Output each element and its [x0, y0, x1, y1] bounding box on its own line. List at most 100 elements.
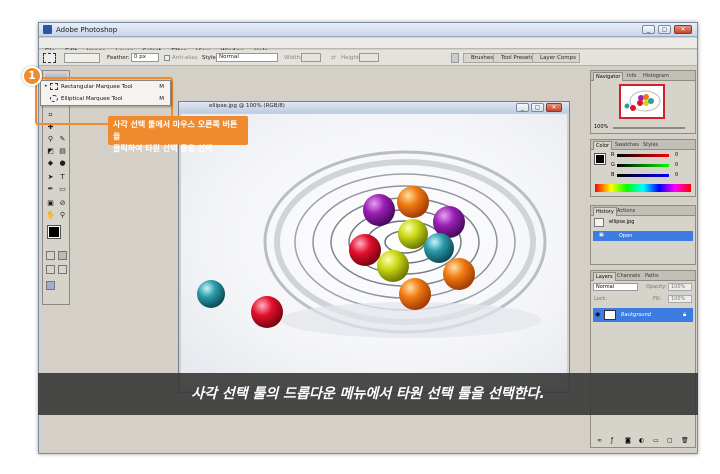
maximize-button[interactable]: ▢ [658, 25, 671, 34]
channel-g-slider[interactable] [617, 164, 669, 167]
photo-canvas[interactable] [181, 114, 567, 388]
shape-tool-icon[interactable]: ▭ [58, 185, 67, 194]
window-title: Adobe Photoshop [56, 26, 118, 34]
history-snapshot-name[interactable]: ellipse.jpg [609, 219, 634, 225]
tab-tool-presets[interactable]: Tool Presets [493, 53, 538, 63]
width-input[interactable] [301, 53, 321, 62]
adjustment-layer-icon[interactable]: ◐ [639, 437, 644, 444]
foreground-color-swatch[interactable] [47, 225, 61, 239]
tab-paths[interactable]: Paths [643, 272, 661, 281]
tab-histogram[interactable]: Histogram [641, 72, 671, 81]
pen-tool-icon[interactable]: ✒ [46, 185, 55, 194]
eraser-tool-icon[interactable]: ◩ [46, 147, 55, 156]
color-fg-swatch[interactable] [594, 153, 606, 165]
history-state-label: Open [619, 233, 633, 239]
layer-visibility-eye-icon[interactable]: ◉ [595, 311, 600, 318]
screen-mode-standard-icon[interactable] [46, 265, 55, 274]
navigator-thumbnail-image [624, 90, 661, 112]
eyedropper-icon[interactable]: ⊘ [58, 199, 67, 208]
channel-g-value[interactable]: 0 [675, 162, 678, 168]
navigator-panel: Navigator Info Histogram 100% [590, 70, 696, 134]
channel-b-slider[interactable] [617, 174, 669, 177]
delete-layer-icon[interactable]: 🗑︎ [681, 437, 689, 444]
path-selection-icon[interactable]: ➤ [46, 173, 55, 182]
layer-lock-icon: 🔒︎ [683, 311, 687, 318]
navigator-zoom[interactable]: 100% [594, 124, 608, 130]
quickmask-off-icon[interactable] [46, 251, 55, 260]
hand-tool-icon[interactable]: ✋ [46, 211, 55, 220]
tab-channels[interactable]: Channels [615, 272, 642, 281]
layer-name: Background [621, 312, 651, 318]
doc-close-button[interactable]: ✕ [546, 103, 562, 112]
layers-panel: Layers Channels Paths Normal Opacity: 10… [590, 270, 696, 448]
color-panel: Color Swatches Styles R 0 G 0 B 0 [590, 139, 696, 197]
step-number-badge: 1 [22, 66, 42, 86]
zoom-tool-icon[interactable]: ⚲ [58, 211, 67, 220]
swap-icon[interactable]: ⇄ [331, 55, 336, 61]
layer-mask-icon[interactable]: ◙ [625, 437, 631, 444]
antialias-label: Anti-alias [172, 55, 198, 61]
feather-input[interactable]: 0 px [131, 53, 159, 62]
layer-style-icon[interactable]: ƒ [611, 437, 613, 444]
history-brush-icon[interactable]: ✎ [58, 135, 67, 144]
screen-mode-full-icon[interactable] [58, 265, 67, 274]
selection-mode-icons[interactable] [64, 53, 100, 63]
doc-maximize-button[interactable]: ▢ [531, 103, 544, 112]
color-spectrum-ramp[interactable] [595, 184, 691, 192]
tab-history[interactable]: History [593, 207, 617, 216]
channel-r-value[interactable]: 0 [675, 152, 678, 158]
feather-label: Feather: [107, 55, 130, 61]
type-tool-icon[interactable]: T [58, 173, 67, 182]
document-title: ellipse.jpg @ 100% (RGB/8) [209, 103, 285, 109]
jump-to-imageready-icon[interactable] [46, 281, 55, 290]
palette-well-grip[interactable] [451, 53, 459, 63]
channel-b-value[interactable]: 0 [675, 172, 678, 178]
marquee-preset-icon[interactable] [43, 53, 56, 63]
flyout-item-rectangular-marquee[interactable]: • Rectangular Marquee Tool M [41, 81, 170, 93]
options-bar: Feather: 0 px Anti-alias Style: Normal W… [39, 50, 697, 66]
blur-tool-icon[interactable]: ◆ [46, 159, 55, 168]
tab-navigator[interactable]: Navigator [593, 72, 624, 81]
new-group-icon[interactable]: ▭ [653, 437, 659, 444]
photoshop-app-icon [43, 25, 52, 34]
tab-info[interactable]: Info [625, 72, 638, 81]
opacity-label: Opacity: [646, 284, 667, 290]
title-bar: Adobe Photoshop _ ▢ ✕ [39, 23, 697, 37]
notes-tool-icon[interactable]: ▣ [46, 199, 55, 208]
close-button[interactable]: ✕ [674, 25, 692, 34]
tab-styles[interactable]: Styles [641, 141, 660, 150]
opacity-input[interactable]: 100% [668, 283, 692, 291]
tab-layer-comps[interactable]: Layer Comps [532, 53, 581, 63]
antialias-checkbox[interactable] [164, 55, 170, 61]
tab-brushes[interactable]: Brushes [463, 53, 498, 63]
minimize-button[interactable]: _ [642, 25, 655, 34]
marquee-tool-flyout: • Rectangular Marquee Tool M Elliptical … [40, 80, 171, 106]
channel-b-label: B [611, 172, 615, 178]
height-input[interactable] [359, 53, 379, 62]
navigator-thumbnail[interactable] [619, 84, 665, 119]
layers-footer-buttons: ∞ ƒ ◙ ◐ ▭ ▢ 🗑︎ [593, 437, 693, 446]
tab-color[interactable]: Color [593, 141, 613, 150]
quickmask-on-icon[interactable] [58, 251, 67, 260]
doc-minimize-button[interactable]: _ [516, 103, 529, 112]
gradient-tool-icon[interactable]: ▤ [58, 147, 67, 156]
dodge-tool-icon[interactable]: ● [58, 159, 67, 168]
flyout-item-label: Rectangular Marquee Tool [61, 84, 133, 90]
tab-actions[interactable]: Actions [615, 207, 637, 216]
style-select[interactable]: Normal [216, 53, 278, 62]
flyout-item-elliptical-marquee[interactable]: Elliptical Marquee Tool M [41, 93, 170, 105]
tab-swatches[interactable]: Swatches [613, 141, 641, 150]
history-state-row[interactable]: ▣ Open [593, 231, 693, 241]
screenshot-stage: Adobe Photoshop _ ▢ ✕ File Edit Image La… [0, 0, 720, 474]
channel-r-slider[interactable] [617, 154, 669, 157]
tab-layers[interactable]: Layers [593, 272, 616, 281]
new-layer-icon[interactable]: ▢ [667, 437, 673, 444]
clone-stamp-icon[interactable]: ⚲ [46, 135, 55, 144]
blend-mode-select[interactable]: Normal [593, 283, 638, 291]
history-panel: History Actions ellipse.jpg ▣ Open [590, 205, 696, 265]
link-layers-icon[interactable]: ∞ [597, 437, 602, 444]
layer-row-background[interactable]: ◉ Background 🔒︎ [593, 308, 693, 322]
fill-input[interactable]: 100% [668, 295, 692, 303]
flyout-item-shortcut: M [159, 96, 164, 102]
navigator-zoom-slider[interactable] [613, 127, 685, 129]
